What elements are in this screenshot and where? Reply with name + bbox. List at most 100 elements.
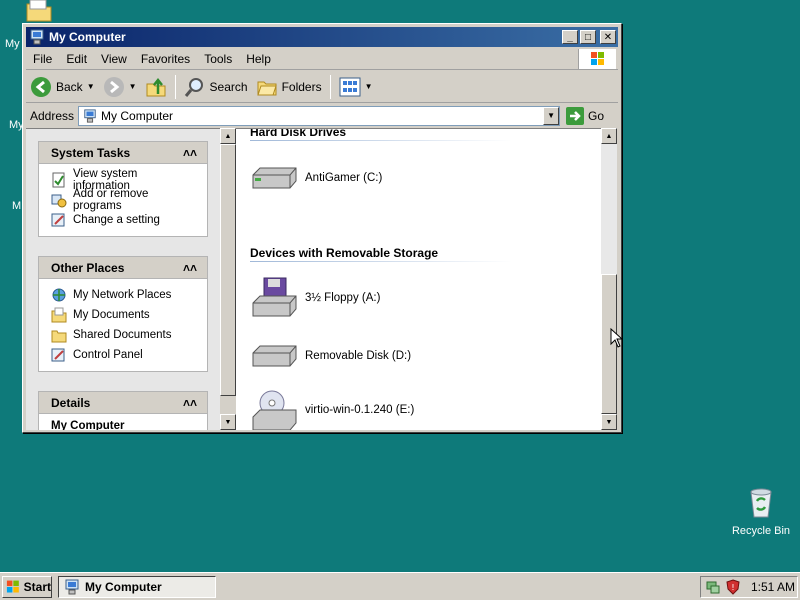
back-dropdown-icon[interactable]: ▼ — [87, 82, 95, 91]
details-header[interactable]: Details ˄˄ — [39, 392, 207, 414]
maximize-button[interactable]: □ — [580, 30, 596, 44]
search-button[interactable]: Search — [180, 73, 252, 101]
system-tray: ! 1:51 AM — [700, 576, 798, 598]
address-dropdown-icon[interactable]: ▼ — [543, 106, 560, 125]
other-places-header[interactable]: Other Places ˄˄ — [39, 257, 207, 279]
menu-view[interactable]: View — [94, 52, 134, 66]
up-folder-button[interactable] — [141, 73, 171, 101]
search-icon — [184, 77, 203, 97]
views-dropdown-icon[interactable]: ▼ — [365, 82, 373, 91]
drives-view-scrollbar[interactable]: ▲ ▼ — [601, 128, 617, 430]
task-label: Change a setting — [73, 214, 160, 226]
task-add-remove-programs[interactable]: Add or remove programs — [51, 188, 197, 212]
desktop-icon-label[interactable]: My — [5, 38, 20, 50]
drive-e[interactable]: virtio-win-0.1.240 (E:) — [250, 389, 414, 430]
task-change-setting[interactable]: Change a setting — [51, 210, 197, 230]
title-bar[interactable]: My Computer _ □ ✕ — [26, 27, 618, 47]
control-panel-icon — [51, 213, 65, 227]
forward-dropdown-icon[interactable]: ▼ — [129, 82, 137, 91]
computer-icon — [30, 29, 44, 45]
collapse-chevron-icon[interactable]: ˄˄ — [183, 261, 197, 275]
drive-label: 3½ Floppy (A:) — [305, 292, 381, 304]
add-remove-programs-icon — [51, 194, 67, 208]
cd-drive-icon — [252, 390, 297, 430]
scroll-up-button[interactable]: ▲ — [601, 128, 617, 144]
details-title: Details — [51, 395, 91, 410]
group-divider — [250, 261, 512, 262]
folders-label: Folders — [281, 79, 322, 94]
scroll-up-button[interactable]: ▲ — [220, 128, 236, 144]
scroll-down-button[interactable]: ▼ — [220, 414, 236, 430]
back-label: Back — [56, 79, 83, 94]
close-button[interactable]: ✕ — [600, 30, 616, 44]
views-icon — [339, 77, 361, 96]
removable-disk-icon — [252, 345, 297, 367]
menu-file[interactable]: File — [26, 52, 59, 66]
folder-icon — [51, 330, 67, 343]
drive-label: Removable Disk (D:) — [305, 350, 412, 362]
place-shared-documents[interactable]: Shared Documents — [51, 325, 197, 345]
task-pane-scrollbar[interactable]: ▲ ▼ — [220, 128, 236, 430]
search-label: Search — [209, 79, 248, 94]
scroll-thumb[interactable] — [220, 144, 236, 396]
forward-arrow-icon — [103, 76, 124, 97]
start-button[interactable]: Start — [2, 576, 52, 598]
taskbar-button-my-computer[interactable]: My Computer — [58, 576, 216, 598]
place-label: Control Panel — [73, 349, 143, 361]
address-label: Address — [30, 108, 75, 123]
recycle-bin-label: Recycle Bin — [731, 525, 791, 537]
menu-help[interactable]: Help — [239, 52, 278, 66]
windows-logo-icon — [6, 580, 19, 593]
menu-favorites[interactable]: Favorites — [134, 52, 197, 66]
menu-edit[interactable]: Edit — [59, 52, 94, 66]
address-value: My Computer — [101, 108, 174, 123]
views-button[interactable]: ▼ — [335, 73, 377, 101]
recycle-bin-icon — [750, 488, 772, 518]
taskbar: Start My Computer ! 1:51 AM — [0, 572, 800, 600]
back-arrow-icon — [31, 76, 51, 97]
place-control-panel[interactable]: Control Panel — [51, 345, 197, 365]
other-places-title: Other Places — [51, 260, 125, 275]
go-label: Go — [588, 108, 605, 123]
group-divider — [250, 140, 512, 141]
place-my-network-places[interactable]: My Network Places — [51, 285, 197, 305]
start-label: Start — [23, 580, 51, 594]
desktop-icon-recycle-bin[interactable]: Recycle Bin — [726, 486, 796, 537]
drive-c[interactable]: AntiGamer (C:) — [250, 157, 382, 199]
network-tray-icon[interactable] — [705, 579, 721, 595]
go-arrow-icon — [566, 106, 585, 125]
desktop-icon-my-documents[interactable] — [24, 0, 54, 22]
my-computer-window: My Computer _ □ ✕ File Edit View Favorit… — [22, 23, 622, 433]
task-view-system-information[interactable]: View system information — [51, 168, 197, 192]
computer-icon — [84, 108, 96, 123]
system-tasks-header[interactable]: System Tasks ˄˄ — [39, 142, 207, 164]
folders-icon — [256, 81, 277, 95]
scroll-down-button[interactable]: ▼ — [601, 414, 617, 430]
collapse-chevron-icon[interactable]: ˄˄ — [183, 396, 197, 410]
minimize-button[interactable]: _ — [562, 30, 578, 44]
clock[interactable]: 1:51 AM — [751, 580, 795, 594]
group-header-hard-disks: Hard Disk Drives — [250, 128, 347, 139]
address-input[interactable]: My Computer ▼ — [78, 105, 561, 126]
address-bar: Address My Computer ▼ Go — [26, 104, 618, 127]
forward-button[interactable]: ▼ — [99, 73, 141, 101]
security-shield-icon[interactable]: ! — [725, 579, 741, 595]
documents-folder-icon — [51, 307, 67, 323]
desktop-icon-label[interactable]: M — [12, 200, 21, 212]
go-button[interactable]: Go — [566, 106, 605, 125]
back-button[interactable]: Back ▼ — [26, 73, 99, 101]
details-panel: Details ˄˄ My Computer — [38, 391, 208, 430]
toolbar: Back ▼ ▼ Search Folders ▼ — [26, 71, 618, 103]
place-my-documents[interactable]: My Documents — [51, 305, 197, 325]
collapse-chevron-icon[interactable]: ˄˄ — [183, 146, 197, 160]
windows-logo-icon — [578, 49, 616, 69]
floppy-drive-icon — [252, 277, 297, 317]
folder-icon — [26, 0, 52, 22]
toolbar-separator — [329, 74, 331, 99]
drive-d[interactable]: Removable Disk (D:) — [250, 335, 411, 377]
task-pane: System Tasks ˄˄ View system information … — [26, 128, 220, 430]
folders-button[interactable]: Folders — [252, 73, 326, 101]
system-info-icon — [52, 172, 65, 188]
menu-tools[interactable]: Tools — [197, 52, 239, 66]
drive-a[interactable]: 3½ Floppy (A:) — [250, 277, 380, 319]
